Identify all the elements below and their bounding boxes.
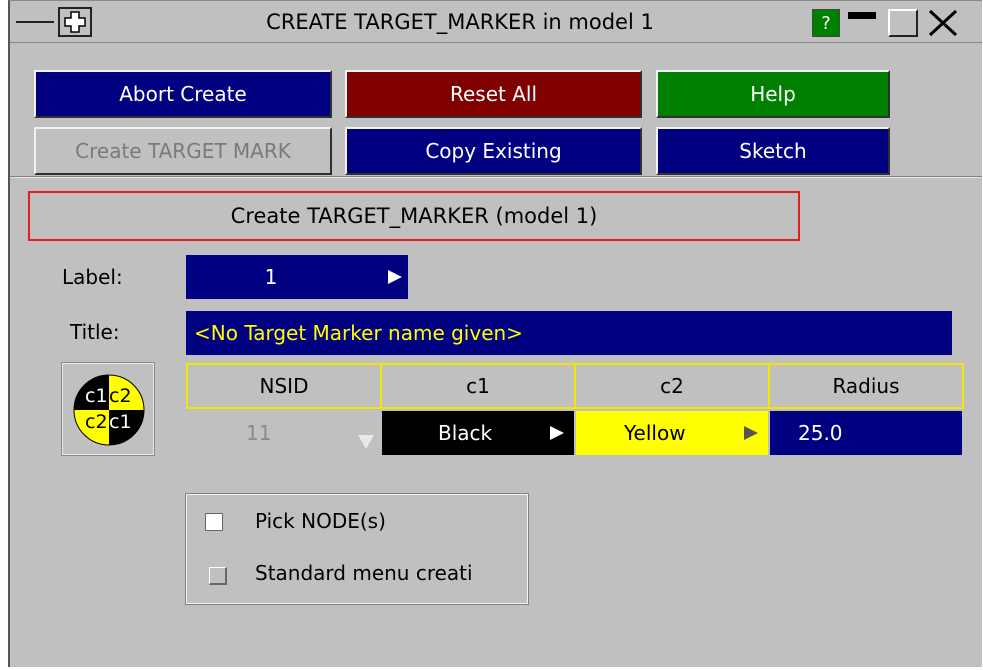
popup-arrow-icon[interactable] <box>744 426 758 440</box>
radius-value: 25.0 <box>798 421 843 445</box>
c1-value: Black <box>438 421 493 445</box>
help-question-icon[interactable]: ? <box>812 9 840 37</box>
maximize-icon[interactable] <box>888 9 918 37</box>
panel-heading: Create TARGET_MARKER (model 1) <box>28 191 800 241</box>
label-field[interactable]: 1 <box>186 255 408 299</box>
sketch-button[interactable]: Sketch <box>656 127 890 175</box>
window-menu-icon[interactable] <box>14 12 56 31</box>
column-header-radius: Radius <box>768 363 964 409</box>
standard-menu-label[interactable]: Standard menu creati <box>255 561 473 585</box>
column-header-c1: c1 <box>380 363 576 409</box>
title-field[interactable]: <No Target Marker name given> <box>186 311 952 355</box>
label-value: 1 <box>264 265 278 289</box>
copy-existing-button[interactable]: Copy Existing <box>345 127 642 175</box>
options-group: Pick NODE(s) Standard menu creati <box>185 493 529 605</box>
marker-label-tl: c1 <box>85 385 108 407</box>
create-target-marker-button[interactable]: Create TARGET MARK <box>34 127 332 175</box>
abort-create-button[interactable]: Abort Create <box>34 70 332 118</box>
nsid-value: 11 <box>246 421 272 445</box>
reset-all-button[interactable]: Reset All <box>345 70 642 118</box>
c2-color-cell[interactable]: Yellow <box>576 411 768 455</box>
marker-label-br: c1 <box>109 411 132 433</box>
column-header-nsid: NSID <box>186 363 382 409</box>
move-icon[interactable] <box>58 7 92 37</box>
minimize-icon[interactable] <box>844 9 880 37</box>
separator <box>10 176 982 178</box>
help-button[interactable]: Help <box>656 70 890 118</box>
create-target-marker-window: CREATE TARGET_MARKER in model 1 ? Abort … <box>8 0 982 667</box>
marker-label-tr: c2 <box>109 385 132 407</box>
popup-arrow-icon[interactable] <box>550 426 564 440</box>
marker-label-bl: c2 <box>85 411 108 433</box>
close-icon[interactable] <box>922 7 962 39</box>
window-title: CREATE TARGET_MARKER in model 1 <box>266 10 654 34</box>
standard-menu-checkbox[interactable] <box>209 567 227 585</box>
pick-nodes-checkbox[interactable] <box>205 513 223 531</box>
radius-field[interactable]: 25.0 <box>770 411 962 455</box>
target-marker-preview-icon: c1 c2 c2 c1 <box>61 362 155 456</box>
title-bar[interactable]: CREATE TARGET_MARKER in model 1 ? <box>10 1 982 43</box>
nsid-cell[interactable]: 11 <box>186 411 380 455</box>
dropdown-arrow-icon[interactable] <box>358 435 374 449</box>
c1-color-cell[interactable]: Black <box>382 411 574 455</box>
title-caption: Title: <box>70 320 120 344</box>
pick-nodes-label[interactable]: Pick NODE(s) <box>255 509 386 533</box>
popup-arrow-icon[interactable] <box>388 270 402 284</box>
c2-value: Yellow <box>624 421 686 445</box>
label-caption: Label: <box>62 265 123 289</box>
column-header-c2: c2 <box>574 363 770 409</box>
